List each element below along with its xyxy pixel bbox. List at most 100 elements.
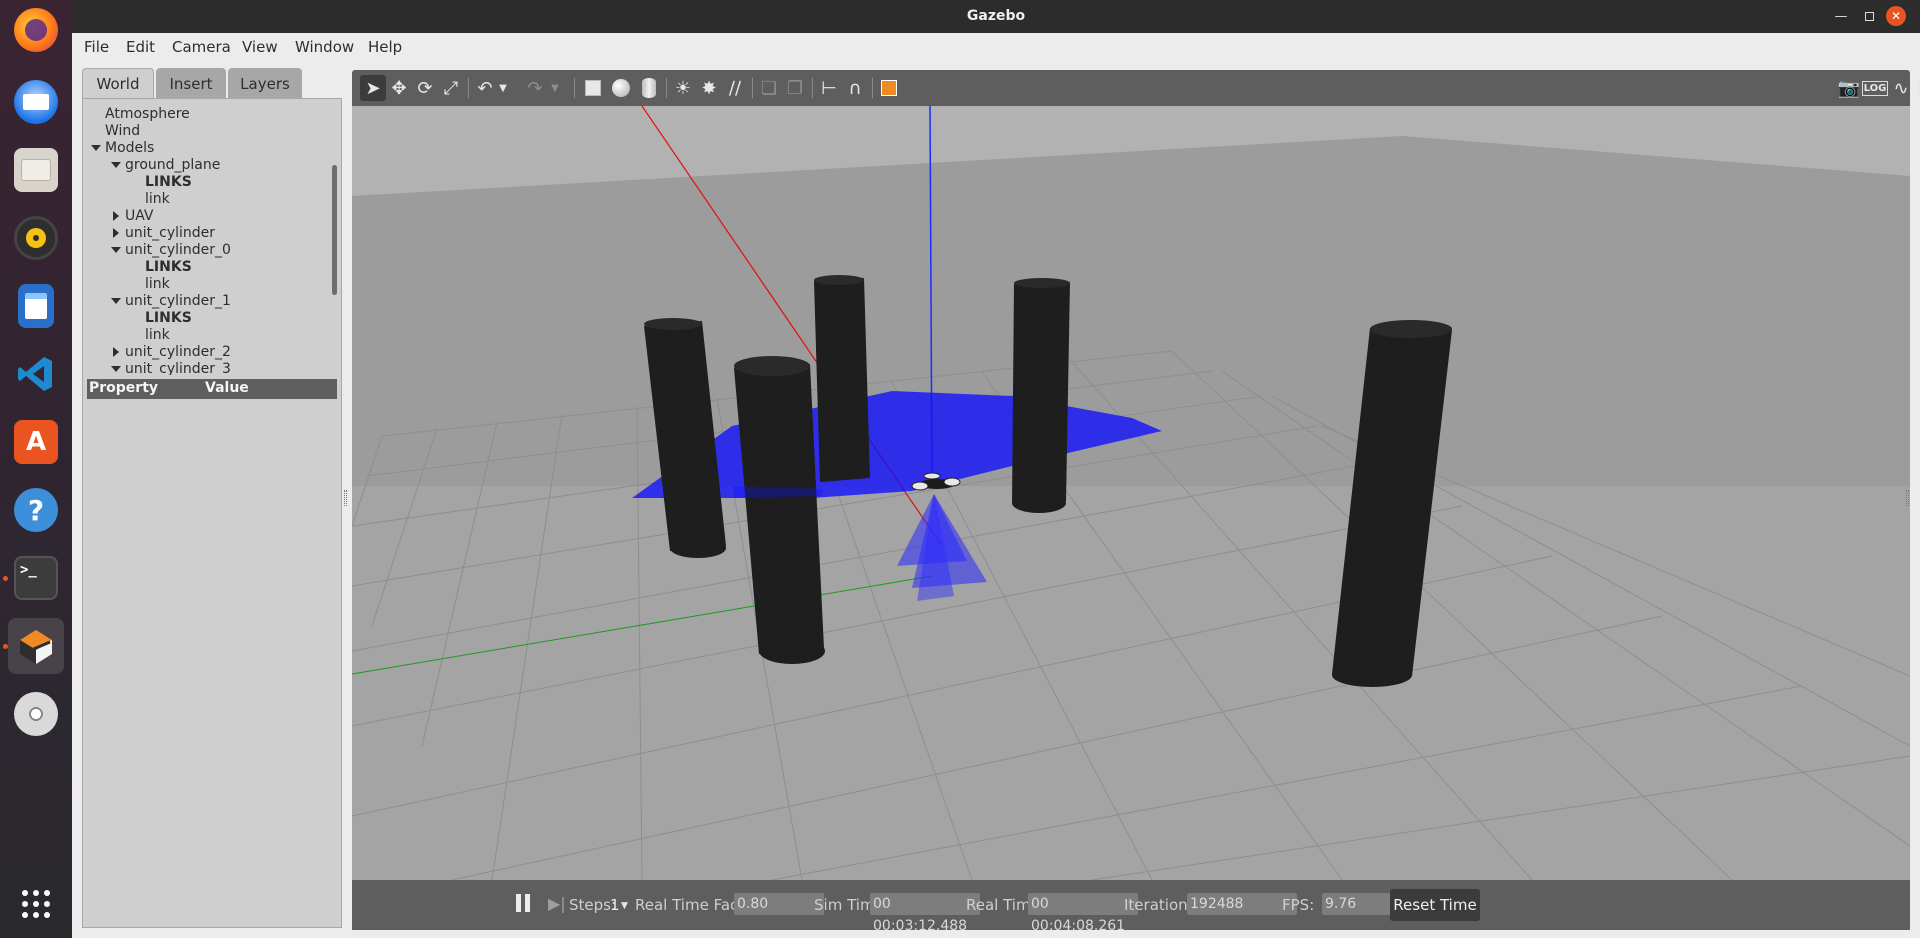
log-icon: LOG bbox=[1861, 80, 1889, 96]
property-column-header[interactable]: Property bbox=[89, 380, 158, 396]
log-button[interactable]: LOG bbox=[1861, 75, 1889, 101]
tree-item-unit-cylinder-0[interactable]: unit_cylinder_0 bbox=[111, 242, 231, 259]
dock-firefox[interactable] bbox=[8, 2, 64, 58]
select-mode-button[interactable]: ➤ bbox=[360, 75, 386, 101]
tree-item-ground-plane[interactable]: ground_plane bbox=[111, 157, 220, 174]
align-icon: ⊢ bbox=[821, 77, 837, 99]
collapse-arrow-icon[interactable] bbox=[113, 211, 119, 221]
dock-thunderbird[interactable] bbox=[8, 74, 64, 130]
value-column-header[interactable]: Value bbox=[205, 380, 249, 396]
help-icon: ? bbox=[14, 488, 58, 532]
menu-view[interactable]: View bbox=[242, 38, 278, 56]
3d-viewport[interactable] bbox=[352, 106, 1910, 880]
redo-button[interactable]: ↷ bbox=[522, 75, 548, 101]
view-angle-button[interactable] bbox=[876, 75, 902, 101]
menu-edit[interactable]: Edit bbox=[126, 38, 155, 56]
title-bar[interactable]: Gazebo — ✕ bbox=[72, 0, 1920, 33]
copy-button[interactable]: ❏ bbox=[756, 75, 782, 101]
dock-help[interactable]: ? bbox=[8, 482, 64, 538]
steps-spin-icon[interactable]: ▼ bbox=[621, 901, 628, 911]
dock-terminal[interactable]: >_ bbox=[8, 550, 64, 606]
dock-files[interactable] bbox=[8, 142, 64, 198]
toolbar-separator bbox=[812, 78, 813, 98]
reset-time-button[interactable]: Reset Time bbox=[1390, 889, 1480, 921]
directional-light-button[interactable]: ∕∕ bbox=[722, 75, 748, 101]
sim-time-field: 00 00:03:12.488 bbox=[870, 893, 980, 934]
paste-button[interactable]: ❐ bbox=[782, 75, 808, 101]
snap-button[interactable]: ∩ bbox=[842, 75, 868, 101]
cylinder-icon bbox=[642, 78, 656, 98]
panel-splitter[interactable] bbox=[344, 490, 347, 506]
rotate-mode-button[interactable]: ⟳ bbox=[412, 75, 438, 101]
spot-light-button[interactable]: ✸ bbox=[696, 75, 722, 101]
tree-scrollbar[interactable] bbox=[332, 165, 337, 295]
dock-dvd[interactable] bbox=[8, 686, 64, 742]
menu-camera[interactable]: Camera bbox=[172, 38, 231, 56]
dock-rhythmbox[interactable] bbox=[8, 210, 64, 266]
expand-arrow-icon[interactable] bbox=[111, 366, 121, 372]
right-panel-splitter[interactable] bbox=[1906, 490, 1909, 506]
tree-item-link[interactable]: link bbox=[145, 327, 170, 344]
show-applications-button[interactable] bbox=[8, 876, 64, 932]
video-record-button[interactable]: ▶ bbox=[1912, 75, 1920, 101]
tab-world[interactable]: World bbox=[82, 68, 154, 98]
expand-arrow-icon[interactable] bbox=[111, 298, 121, 304]
minimize-button[interactable]: — bbox=[1831, 6, 1851, 26]
screenshot-button[interactable]: 📷 bbox=[1836, 75, 1862, 101]
tree-item-links[interactable]: LINKS bbox=[145, 174, 192, 191]
collapse-arrow-icon[interactable] bbox=[113, 347, 119, 357]
tree-item-link[interactable]: link bbox=[145, 191, 170, 208]
tree-item-link[interactable]: link bbox=[145, 276, 170, 293]
scale-mode-button[interactable]: ⤢ bbox=[438, 75, 464, 101]
tree-item-links[interactable]: LINKS bbox=[145, 310, 192, 327]
steps-value[interactable]: 1 bbox=[610, 896, 620, 914]
expand-arrow-icon[interactable] bbox=[91, 145, 101, 151]
insert-box-button[interactable] bbox=[580, 75, 606, 101]
insert-cylinder-button[interactable] bbox=[636, 75, 662, 101]
align-button[interactable]: ⊢ bbox=[816, 75, 842, 101]
menu-window[interactable]: Window bbox=[295, 38, 354, 56]
gazebo-icon bbox=[14, 624, 58, 668]
tree-item-unit-cylinder-1[interactable]: unit_cylinder_1 bbox=[111, 293, 231, 310]
point-light-button[interactable]: ☀ bbox=[670, 75, 696, 101]
close-button[interactable]: ✕ bbox=[1886, 6, 1906, 26]
tab-layers[interactable]: Layers bbox=[228, 68, 302, 98]
iterations-field: 192488 bbox=[1187, 893, 1297, 915]
menu-file[interactable]: File bbox=[84, 38, 109, 56]
menu-help[interactable]: Help bbox=[368, 38, 402, 56]
insert-sphere-button[interactable] bbox=[608, 75, 634, 101]
tree-item-label: UAV bbox=[125, 208, 154, 224]
undo-button[interactable]: ↶ bbox=[472, 75, 498, 101]
tree-item-unit-cylinder-2[interactable]: unit_cylinder_2 bbox=[113, 344, 231, 361]
collapse-arrow-icon[interactable] bbox=[113, 228, 119, 238]
tab-insert[interactable]: Insert bbox=[156, 68, 226, 98]
maximize-button[interactable] bbox=[1859, 6, 1879, 26]
scene-render bbox=[352, 106, 1910, 880]
dock-software[interactable]: A bbox=[8, 414, 64, 470]
dock-writer[interactable] bbox=[8, 278, 64, 334]
step-button[interactable]: ▶| bbox=[548, 894, 566, 914]
expand-arrow-icon[interactable] bbox=[111, 247, 121, 253]
tree-item-unit-cylinder[interactable]: unit_cylinder bbox=[113, 225, 215, 242]
dock-vscode[interactable] bbox=[8, 346, 64, 402]
simulation-status-bar: ▶| Steps: 1 ▼ Real Time Factor: 0.80 Sim… bbox=[352, 880, 1910, 934]
real-time-field: 00 00:04:08.261 bbox=[1028, 893, 1138, 934]
tree-item-uav[interactable]: UAV bbox=[113, 208, 154, 225]
tree-item-wind[interactable]: Wind bbox=[105, 123, 140, 140]
gazebo-window: Gazebo — ✕ File Edit Camera View Window … bbox=[72, 0, 1920, 938]
apps-grid-icon bbox=[22, 890, 50, 918]
expand-arrow-icon[interactable] bbox=[111, 162, 121, 168]
toolbar-separator bbox=[574, 78, 575, 98]
tree-item-models[interactable]: Models bbox=[91, 140, 154, 157]
tree-item-links[interactable]: LINKS bbox=[145, 259, 192, 276]
plot-button[interactable]: ∿ bbox=[1888, 75, 1914, 101]
toolbar-separator bbox=[666, 78, 667, 98]
undo-history-button[interactable]: ▼ bbox=[496, 75, 510, 101]
redo-history-button[interactable]: ▼ bbox=[548, 75, 562, 101]
software-icon: A bbox=[14, 420, 58, 464]
pause-button[interactable] bbox=[516, 894, 532, 914]
tree-item-atmosphere[interactable]: Atmosphere bbox=[105, 106, 190, 123]
dock-gazebo[interactable] bbox=[8, 618, 64, 674]
tree-item-unit-cylinder-3[interactable]: unit_cylinder_3 bbox=[111, 361, 231, 375]
translate-mode-button[interactable]: ✥ bbox=[386, 75, 412, 101]
